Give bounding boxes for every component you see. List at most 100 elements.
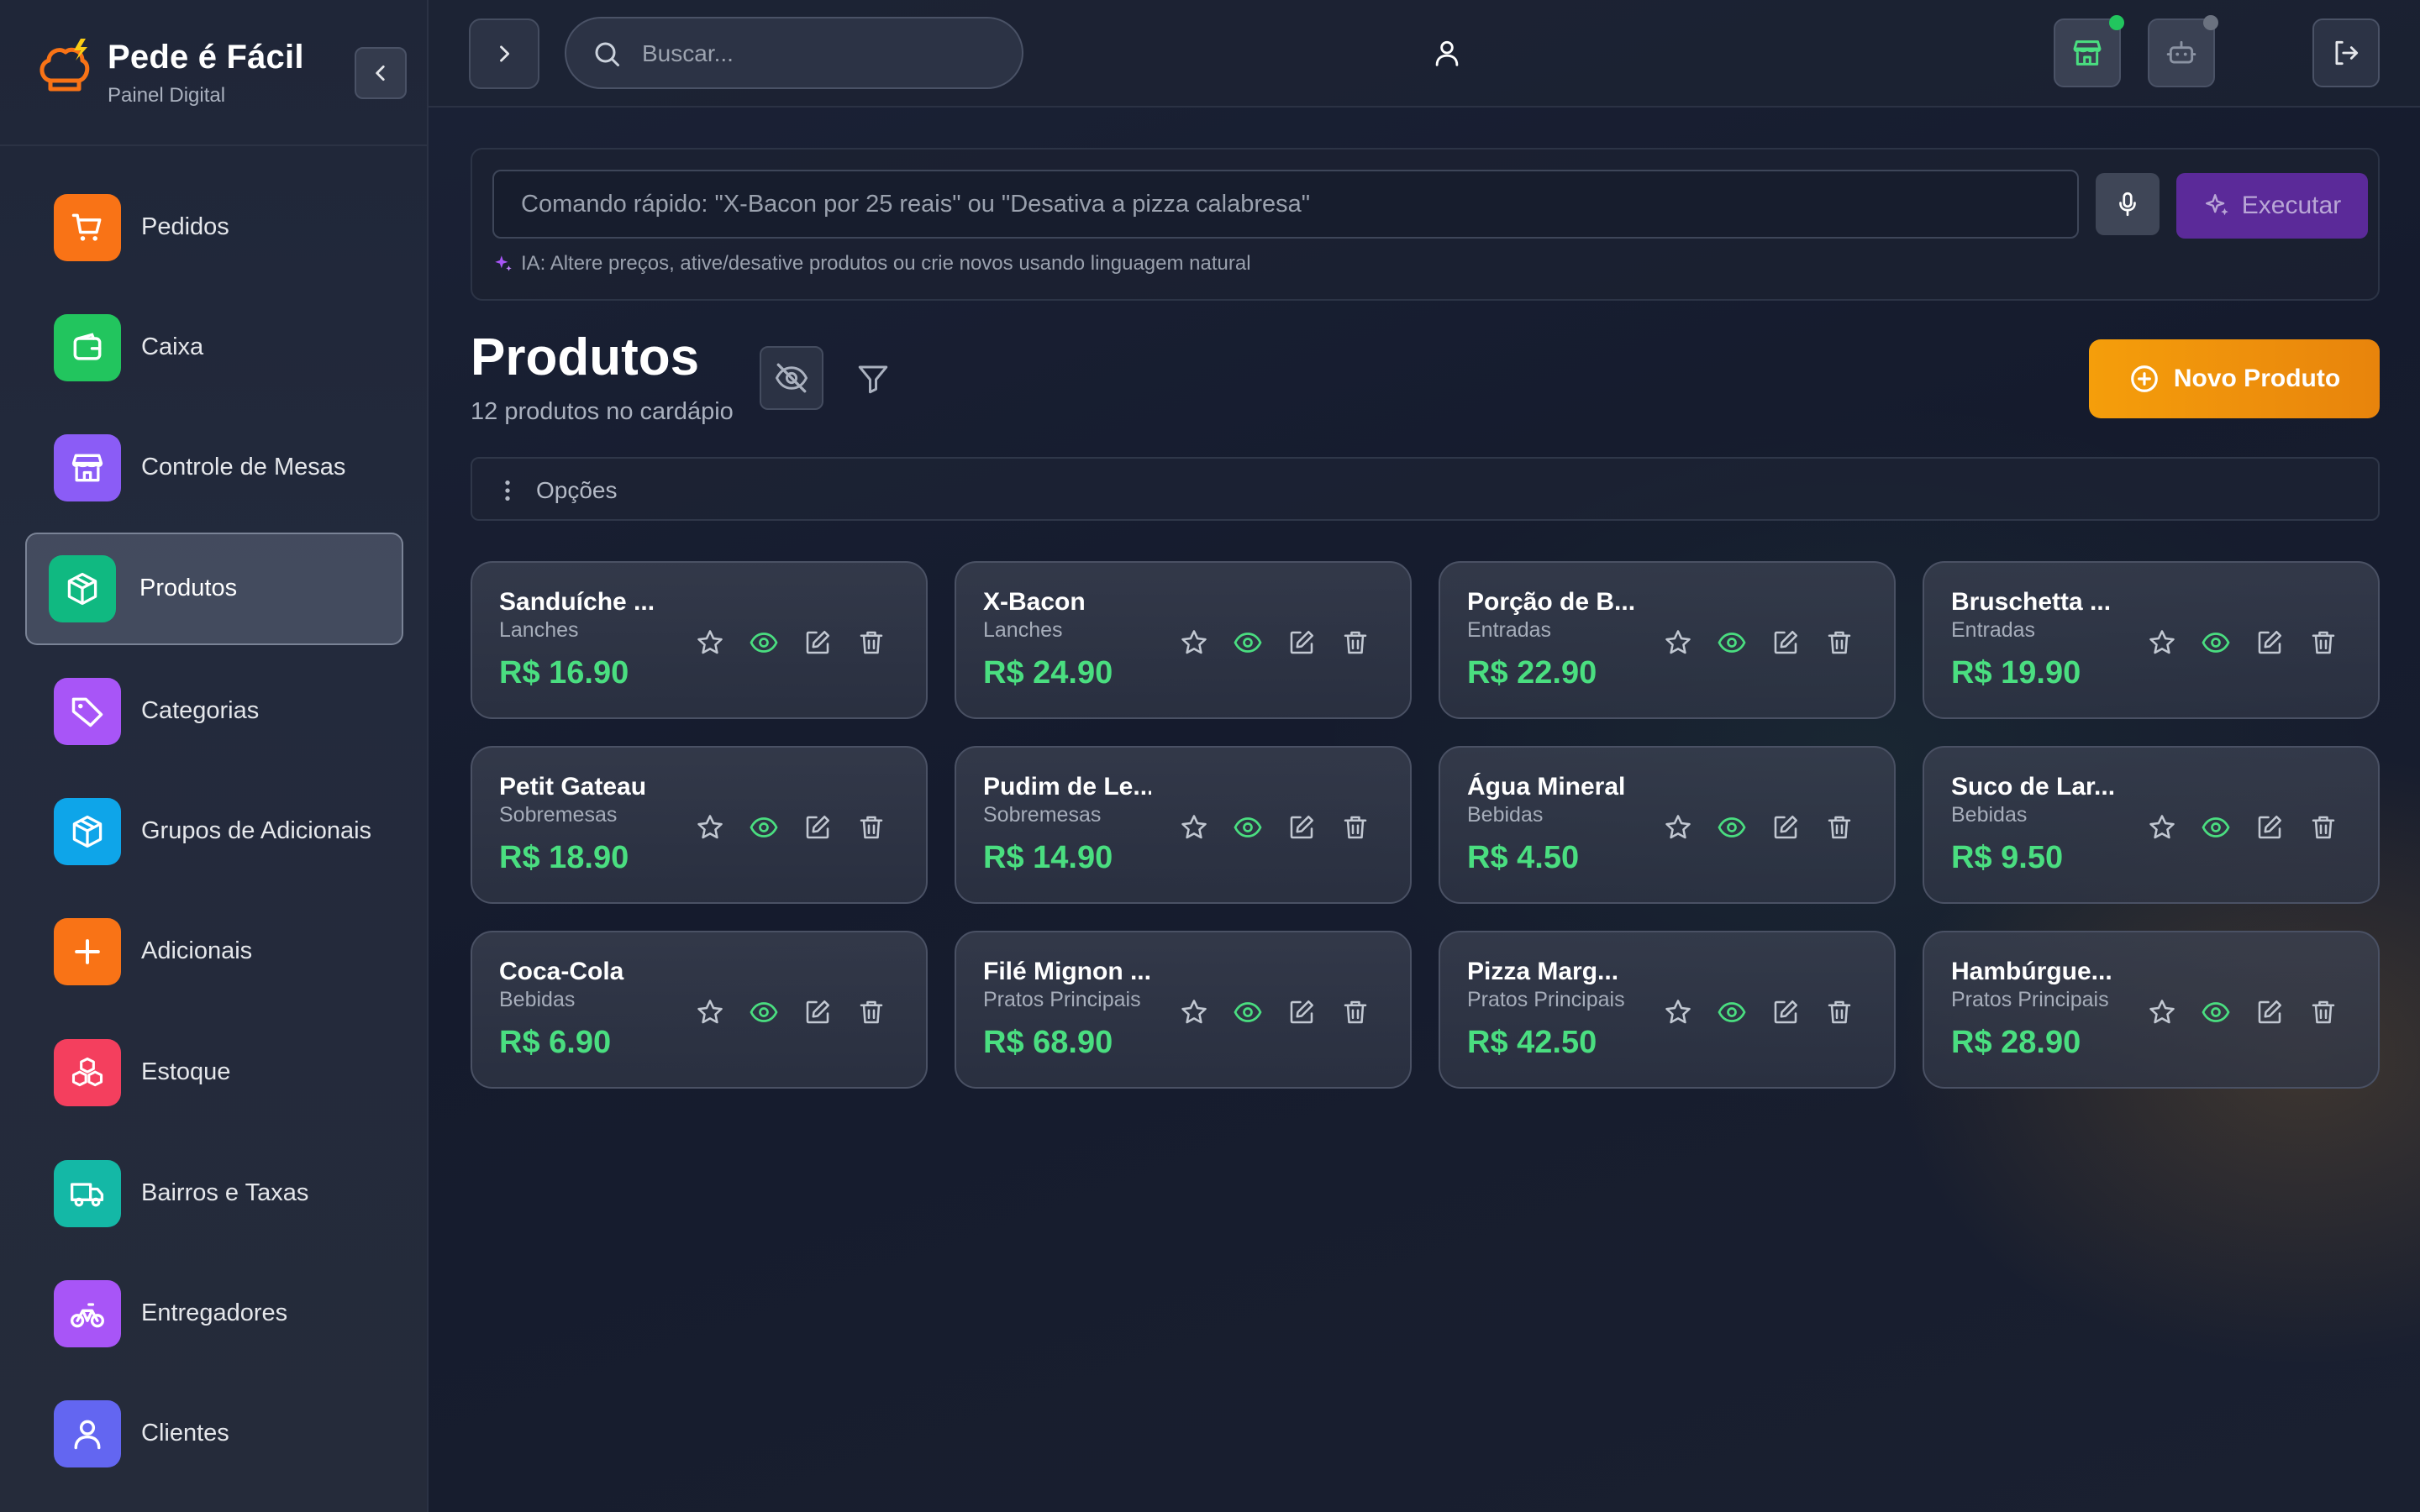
- product-card[interactable]: Suco de Lar... Bebidas R$ 9.50: [1923, 746, 2380, 904]
- voice-input-button[interactable]: [2096, 173, 2160, 235]
- edit-button[interactable]: [2252, 625, 2287, 660]
- store-status-button[interactable]: [2054, 15, 2124, 87]
- edit-button[interactable]: [1284, 625, 1319, 660]
- visibility-button[interactable]: [2198, 625, 2233, 660]
- logout-button[interactable]: [2312, 18, 2380, 87]
- delete-button[interactable]: [1338, 810, 1373, 845]
- favorite-button[interactable]: [692, 810, 728, 845]
- visibility-button[interactable]: [1230, 995, 1265, 1030]
- favorite-button[interactable]: [692, 995, 728, 1030]
- delete-button[interactable]: [854, 625, 889, 660]
- product-category: Entradas: [1951, 618, 2036, 642]
- favorite-button[interactable]: [692, 625, 728, 660]
- new-product-button[interactable]: Novo Produto: [2089, 339, 2380, 418]
- favorite-button[interactable]: [1176, 625, 1212, 660]
- product-card[interactable]: Porção de B... Entradas R$ 22.90: [1439, 561, 1896, 719]
- edit-button[interactable]: [1284, 995, 1319, 1030]
- sidebar-item-controle-de-mesas[interactable]: Controle de Mesas: [25, 412, 403, 524]
- edit-button[interactable]: [2252, 810, 2287, 845]
- delete-button[interactable]: [2306, 810, 2341, 845]
- sidebar-item-estoque[interactable]: Estoque: [25, 1016, 403, 1129]
- quick-command-input[interactable]: [492, 170, 2079, 239]
- product-actions: [1660, 625, 1857, 660]
- visibility-button[interactable]: [746, 625, 781, 660]
- product-price: R$ 22.90: [1467, 655, 1597, 690]
- product-card[interactable]: Petit Gateau Sobremesas R$ 18.90: [471, 746, 928, 904]
- visibility-button[interactable]: [2198, 810, 2233, 845]
- product-card[interactable]: Sanduíche ... Lanches R$ 16.90: [471, 561, 928, 719]
- delete-button[interactable]: [2306, 995, 2341, 1030]
- collapse-sidebar-button[interactable]: [355, 47, 407, 99]
- visibility-button[interactable]: [746, 995, 781, 1030]
- product-card[interactable]: Pizza Marg... Pratos Principais R$ 42.50: [1439, 931, 1896, 1089]
- favorite-button[interactable]: [1660, 625, 1696, 660]
- wallet-icon: [54, 314, 121, 381]
- delete-button[interactable]: [1338, 625, 1373, 660]
- sidebar-item-grupos-de-adicionais[interactable]: Grupos de Adicionais: [25, 775, 403, 888]
- delete-button[interactable]: [854, 810, 889, 845]
- expand-button[interactable]: [469, 18, 539, 89]
- visibility-button[interactable]: [1230, 810, 1265, 845]
- execute-button[interactable]: Executar: [2176, 173, 2368, 239]
- sidebar-item-adicionais[interactable]: Adicionais: [25, 895, 403, 1008]
- sidebar-item-caixa[interactable]: Caixa: [25, 291, 403, 404]
- favorite-button[interactable]: [1176, 995, 1212, 1030]
- edit-icon: [2258, 1000, 2282, 1024]
- edit-button[interactable]: [2252, 995, 2287, 1030]
- execute-label: Executar: [2241, 192, 2342, 219]
- edit-button[interactable]: [800, 810, 835, 845]
- edit-button[interactable]: [800, 625, 835, 660]
- user-profile-button[interactable]: [1413, 18, 1481, 87]
- favorite-button[interactable]: [2144, 625, 2180, 660]
- visibility-button[interactable]: [746, 810, 781, 845]
- sidebar-item-categorias[interactable]: Categorias: [25, 655, 403, 768]
- product-name: Coca-Cola: [499, 958, 624, 985]
- product-card[interactable]: Coca-Cola Bebidas R$ 6.90: [471, 931, 928, 1089]
- filter-icon: [858, 365, 888, 394]
- delete-button[interactable]: [1338, 995, 1373, 1030]
- sidebar-item-label: Produtos: [139, 575, 238, 601]
- product-card[interactable]: Bruschetta ... Entradas R$ 19.90: [1923, 561, 2380, 719]
- product-actions: [1660, 995, 1857, 1030]
- favorite-button[interactable]: [1660, 995, 1696, 1030]
- delete-button[interactable]: [854, 995, 889, 1030]
- delete-button[interactable]: [1822, 625, 1857, 660]
- favorite-button[interactable]: [1660, 810, 1696, 845]
- edit-button[interactable]: [1768, 810, 1803, 845]
- favorite-button[interactable]: [2144, 810, 2180, 845]
- sidebar-item-entregadores[interactable]: Entregadores: [25, 1257, 403, 1370]
- visibility-button[interactable]: [1714, 995, 1749, 1030]
- sidebar-item-pedidos[interactable]: Pedidos: [25, 171, 403, 284]
- sidebar-item-label: Estoque: [141, 1058, 231, 1085]
- edit-button[interactable]: [800, 995, 835, 1030]
- favorite-button[interactable]: [1176, 810, 1212, 845]
- edit-button[interactable]: [1768, 995, 1803, 1030]
- product-card[interactable]: Água Mineral Bebidas R$ 4.50: [1439, 746, 1896, 904]
- favorite-button[interactable]: [2144, 995, 2180, 1030]
- edit-icon: [1774, 630, 1798, 654]
- sidebar-item-produtos[interactable]: Produtos: [25, 533, 403, 645]
- product-card[interactable]: Hambúrgue... Pratos Principais R$ 28.90: [1923, 931, 2380, 1089]
- visibility-button[interactable]: [2198, 995, 2233, 1030]
- edit-button[interactable]: [1284, 810, 1319, 845]
- search-input[interactable]: [640, 34, 997, 74]
- bot-status-button[interactable]: [2148, 15, 2218, 87]
- delete-button[interactable]: [1822, 995, 1857, 1030]
- edit-icon: [1774, 1000, 1798, 1024]
- filter-button[interactable]: [844, 349, 902, 408]
- product-card[interactable]: Filé Mignon ... Pratos Principais R$ 68.90: [955, 931, 1412, 1089]
- product-card[interactable]: Pudim de Le... Sobremesas R$ 14.90: [955, 746, 1412, 904]
- delete-button[interactable]: [2306, 625, 2341, 660]
- delete-button[interactable]: [1822, 810, 1857, 845]
- sidebar-item-clientes[interactable]: Clientes: [25, 1378, 403, 1490]
- edit-button[interactable]: [1768, 625, 1803, 660]
- visibility-button[interactable]: [1714, 625, 1749, 660]
- visibility-button[interactable]: [1230, 625, 1265, 660]
- product-category: Bebidas: [1951, 803, 2028, 827]
- sidebar-item-bairros-e-taxas[interactable]: Bairros e Taxas: [25, 1137, 403, 1250]
- product-category: Bebidas: [1467, 803, 1544, 827]
- visibility-button[interactable]: [1714, 810, 1749, 845]
- toggle-hidden-products-button[interactable]: [760, 346, 823, 410]
- product-card[interactable]: X-Bacon Lanches R$ 24.90: [955, 561, 1412, 719]
- options-bar[interactable]: Opções: [471, 457, 2380, 521]
